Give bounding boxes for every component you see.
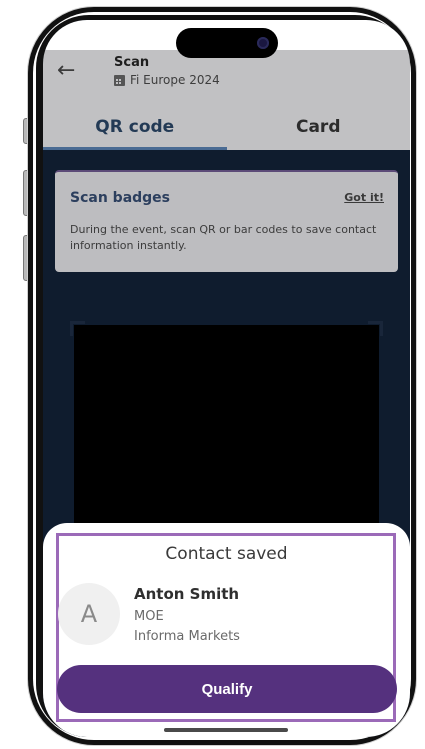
home-indicator[interactable] xyxy=(164,728,288,732)
dynamic-island xyxy=(176,28,278,58)
sheet-title: Contact saved xyxy=(165,544,288,564)
scan-tabs: QR code Card xyxy=(43,104,410,150)
qualify-button[interactable]: Qualify xyxy=(57,665,397,713)
contact-name: Anton Smith xyxy=(134,585,240,603)
event-subtitle: Fi Europe 2024 xyxy=(114,73,220,87)
got-it-link[interactable]: Got it! xyxy=(344,191,384,204)
event-name: Fi Europe 2024 xyxy=(130,73,220,87)
contact-company: MOE xyxy=(134,609,164,624)
tab-card[interactable]: Card xyxy=(227,104,411,150)
contact-saved-sheet: Contact saved A Anton Smith MOE Informa … xyxy=(43,523,410,737)
scan-badges-card: Scan badges Got it! During the event, sc… xyxy=(55,170,398,272)
phone-mockup-stage: ← Scan Fi Europe 2024 QR code Card Scan … xyxy=(0,0,425,749)
contact-organization: Informa Markets xyxy=(134,629,240,644)
tab-qr-code[interactable]: QR code xyxy=(43,104,227,150)
scan-frame-corner xyxy=(70,321,85,336)
back-arrow-icon[interactable]: ← xyxy=(57,60,79,82)
scan-frame-corner xyxy=(368,321,383,336)
calendar-icon xyxy=(114,74,125,86)
page-title: Scan xyxy=(114,55,150,70)
front-camera-icon xyxy=(257,37,269,49)
scan-card-title: Scan badges xyxy=(70,190,171,206)
avatar: A xyxy=(58,583,120,645)
phone-screen: ← Scan Fi Europe 2024 QR code Card Scan … xyxy=(43,20,410,737)
scan-card-text: During the event, scan QR or bar codes t… xyxy=(70,223,377,252)
